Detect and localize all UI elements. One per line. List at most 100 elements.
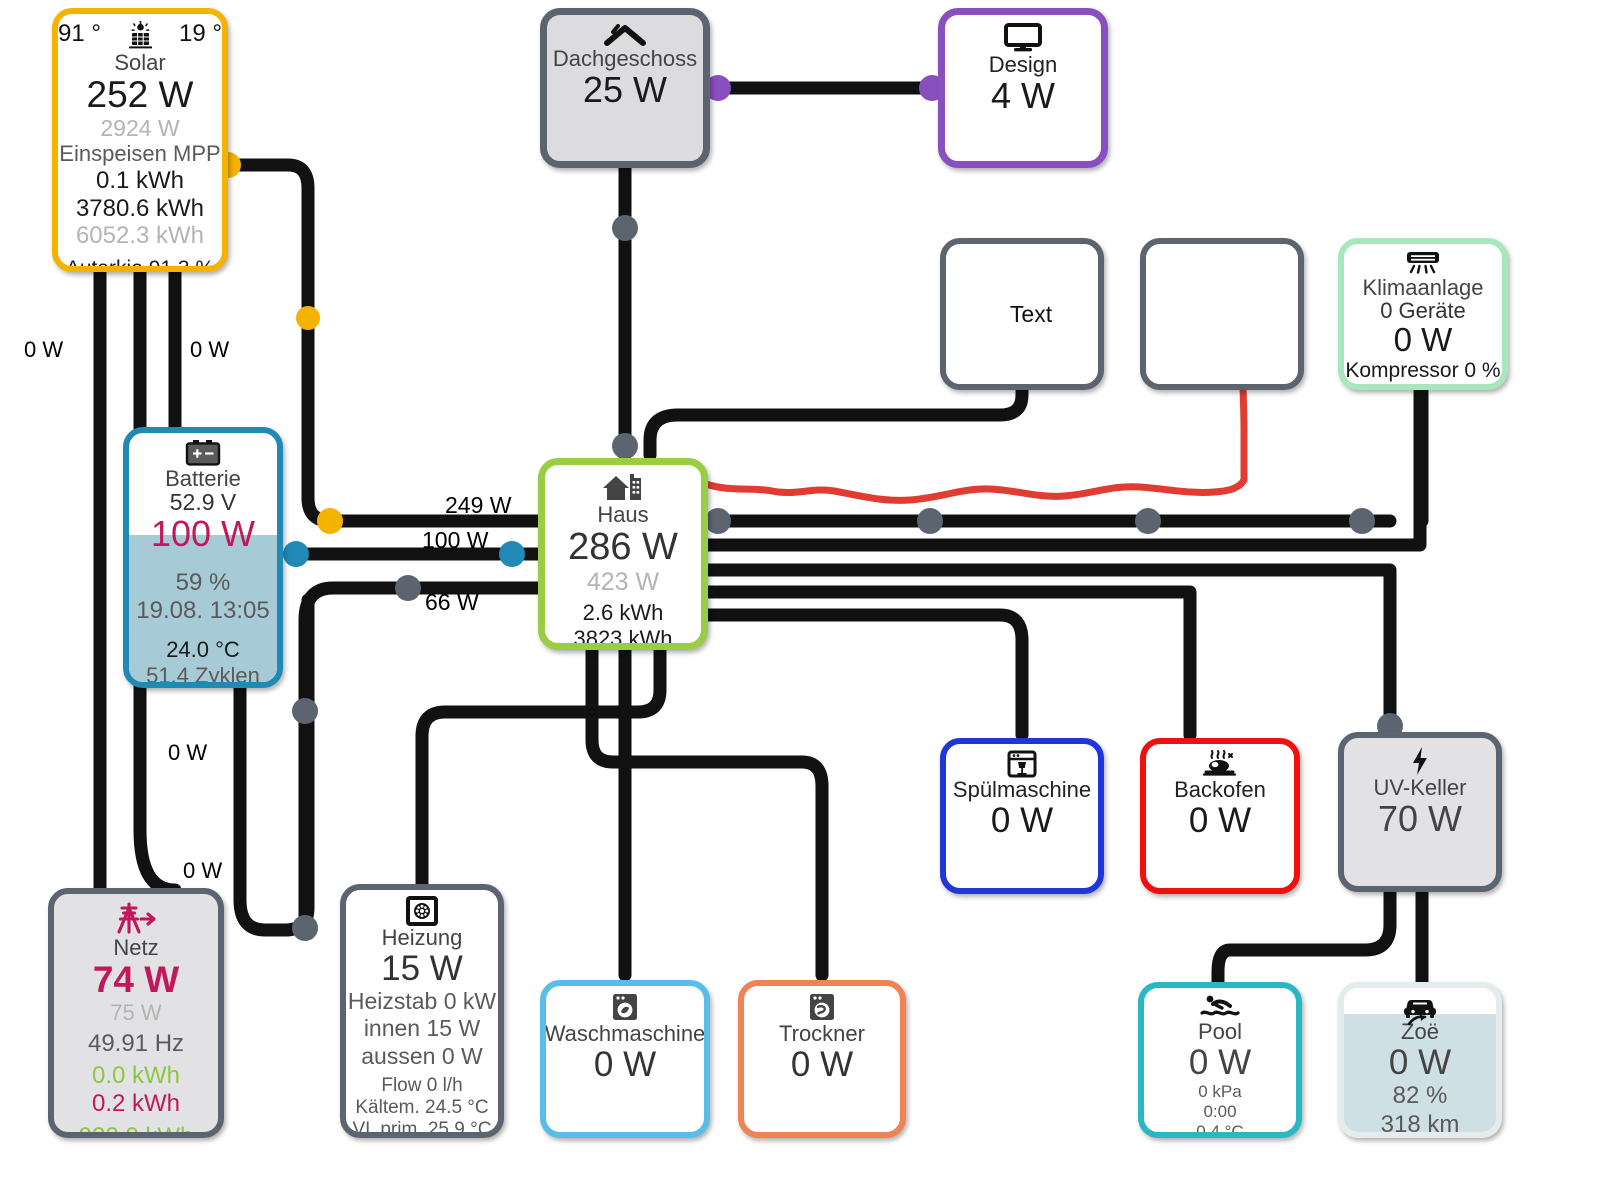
batterie-temp: 24.0 °C — [166, 637, 240, 663]
washing-machine-icon — [610, 992, 640, 1022]
dot-batt-haus — [499, 541, 525, 567]
card-pool[interactable]: Pool 0 W 0 kPa 0:00 0.4 °C 22.1 °C — [1138, 982, 1302, 1138]
card-design[interactable]: Design 4 W — [938, 8, 1108, 168]
card-netz[interactable]: Netz 74 W 75 W 49.91 Hz 0.0 kWh 0.2 kWh … — [48, 888, 224, 1138]
klimaanlage-compressor: Kompressor 0 % — [1345, 359, 1501, 383]
card-dachgeschoss[interactable]: Dachgeschoss 25 W — [540, 8, 710, 168]
wire-haus-spuel — [698, 608, 1029, 742]
netz-frequency: 49.91 Hz — [87, 1029, 185, 1057]
card-waschmaschine[interactable]: Waschmaschine 0 W — [540, 980, 710, 1138]
zoe-soc: 82 % — [1392, 1082, 1448, 1110]
batterie-power: 100 W — [150, 513, 256, 555]
batterie-soc: 59 % — [175, 568, 231, 596]
spuelmaschine-title: Spülmaschine — [952, 777, 1092, 802]
netz-total-in: 922.0 kWh — [78, 1122, 194, 1138]
dot-batt-out — [283, 541, 309, 567]
flow-label-netz-left: 0 W — [24, 337, 64, 362]
netz-today-out: 0.2 kWh — [91, 1090, 181, 1118]
card-empty[interactable] — [1140, 238, 1304, 390]
dot-solar-haus — [317, 508, 343, 534]
heizung-flow: Flow 0 l/h — [381, 1074, 463, 1096]
dot-netz-haus — [395, 575, 421, 601]
flow-label-netz-haus: 66 W — [425, 589, 479, 615]
battery-icon — [185, 439, 221, 467]
dot-netz-mid — [292, 698, 318, 724]
solar-temp-right: 19 ° — [179, 20, 222, 47]
plug-arrow-icon — [1407, 1008, 1429, 1031]
wire-haus-heizung — [415, 643, 667, 892]
trockner-power: 0 W — [790, 1045, 854, 1085]
zoe-title: Zoë — [1401, 1014, 1439, 1043]
oven-icon — [1200, 750, 1240, 778]
uvkeller-power: 70 W — [1377, 798, 1463, 840]
card-zoe[interactable]: Zoë 0 W 82 % 318 km — [1338, 982, 1502, 1138]
solar-today: 0.1 kWh — [95, 166, 185, 194]
klimaanlage-title: Klimaanlage — [1362, 275, 1484, 300]
solar-title: Solar — [114, 50, 166, 75]
power-tower-icon — [113, 902, 159, 936]
card-trockner[interactable]: Trockner 0 W — [738, 980, 906, 1138]
card-heizung[interactable]: Heizung 15 W Heizstab 0 kW innen 15 W au… — [340, 884, 504, 1138]
solar-panel-icon — [123, 21, 157, 51]
card-text[interactable]: Text — [940, 238, 1104, 390]
klimaanlage-devices: 0 Geräte — [1380, 298, 1466, 324]
design-power: 4 W — [990, 75, 1055, 117]
card-spuelmaschine[interactable]: Spülmaschine 0 W — [940, 738, 1104, 894]
flow-label-solar-netz: 0 W — [183, 858, 223, 883]
wire-haus-text — [643, 383, 1029, 462]
card-haus[interactable]: Haus 286 W 423 W 2.6 kWh 3823 kWh 6120 k… — [538, 458, 708, 650]
dachgeschoss-power: 25 W — [582, 69, 668, 111]
solar-total: 3780.6 kWh — [75, 195, 205, 223]
card-uvkeller[interactable]: UV-Keller 70 W — [1338, 732, 1502, 892]
swimmer-icon — [1200, 994, 1240, 1020]
wire-netz-haus — [298, 581, 552, 937]
annotation-stroke — [702, 374, 1248, 504]
dot-netz-bottom — [292, 915, 318, 941]
wire-haus-trockner — [585, 643, 829, 982]
card-solar[interactable]: 91 ° 19 ° Solar 252 W 2924 W Einspeisen … — [52, 8, 228, 272]
dishwasher-icon — [1006, 750, 1038, 778]
design-title: Design — [988, 52, 1058, 77]
netz-today-in: 0.0 kWh — [91, 1062, 181, 1090]
card-klimaanlage[interactable]: Klimaanlage 0 Geräte 0 W Kompressor 0 % … — [1338, 238, 1508, 390]
dot-dach-mid — [612, 215, 638, 241]
lightning-icon — [1408, 746, 1432, 776]
waschmaschine-power: 0 W — [593, 1045, 657, 1085]
solar-mode: Einspeisen MPP — [59, 140, 221, 166]
klimaanlage-temp: 19.0 °C — [1388, 384, 1458, 385]
solar-header: 91 ° 19 ° — [58, 17, 222, 51]
spuelmaschine-power: 0 W — [990, 801, 1054, 841]
haus-total: 3823 kWh — [573, 626, 673, 650]
netz-title: Netz — [113, 935, 159, 960]
roof-icon — [603, 23, 647, 47]
card-batterie[interactable]: Batterie 52.9 V 100 W 59 % 19.08. 13:05 … — [123, 427, 283, 688]
flow-label-batt-netz: 0 W — [168, 740, 208, 765]
flow-label-batt-haus: 100 W — [422, 527, 489, 553]
waschmaschine-title: Waschmaschine — [544, 1021, 706, 1046]
wire-haus-backofen — [698, 585, 1197, 742]
heizung-heizstab: Heizstab 0 kW — [347, 988, 497, 1015]
dot-dach-haus — [612, 433, 638, 459]
pool-power: 0 W — [1188, 1043, 1252, 1083]
solar-autarkie: Autarkie 91.3 % — [65, 256, 215, 272]
haus-power-sub: 423 W — [586, 567, 660, 596]
heizung-aussen: aussen 0 W — [361, 1042, 483, 1069]
dot-bus-3 — [1135, 508, 1161, 534]
card-backofen[interactable]: Backofen 0 W — [1140, 738, 1300, 894]
solar-total-sub: 6052.3 kWh — [75, 222, 205, 250]
flow-label-solar-batt: 0 W — [190, 337, 230, 362]
solar-power: 252 W — [86, 74, 194, 116]
solar-temp-left: 91 ° — [58, 20, 101, 47]
trockner-title: Trockner — [779, 1021, 865, 1046]
haus-power: 286 W — [568, 526, 678, 569]
pool-runtime: 0:00 — [1203, 1102, 1237, 1122]
dryer-icon — [807, 992, 837, 1022]
zoe-power: 0 W — [1388, 1043, 1452, 1083]
pool-pressure: 0 kPa — [1198, 1082, 1242, 1102]
zoe-range: 318 km — [1380, 1110, 1460, 1138]
dachgeschoss-title: Dachgeschoss — [552, 46, 698, 71]
batterie-voltage: 52.9 V — [169, 489, 237, 516]
monitor-icon — [1003, 23, 1043, 53]
netz-power: 74 W — [92, 959, 180, 1001]
dot-bus-4 — [1349, 508, 1375, 534]
